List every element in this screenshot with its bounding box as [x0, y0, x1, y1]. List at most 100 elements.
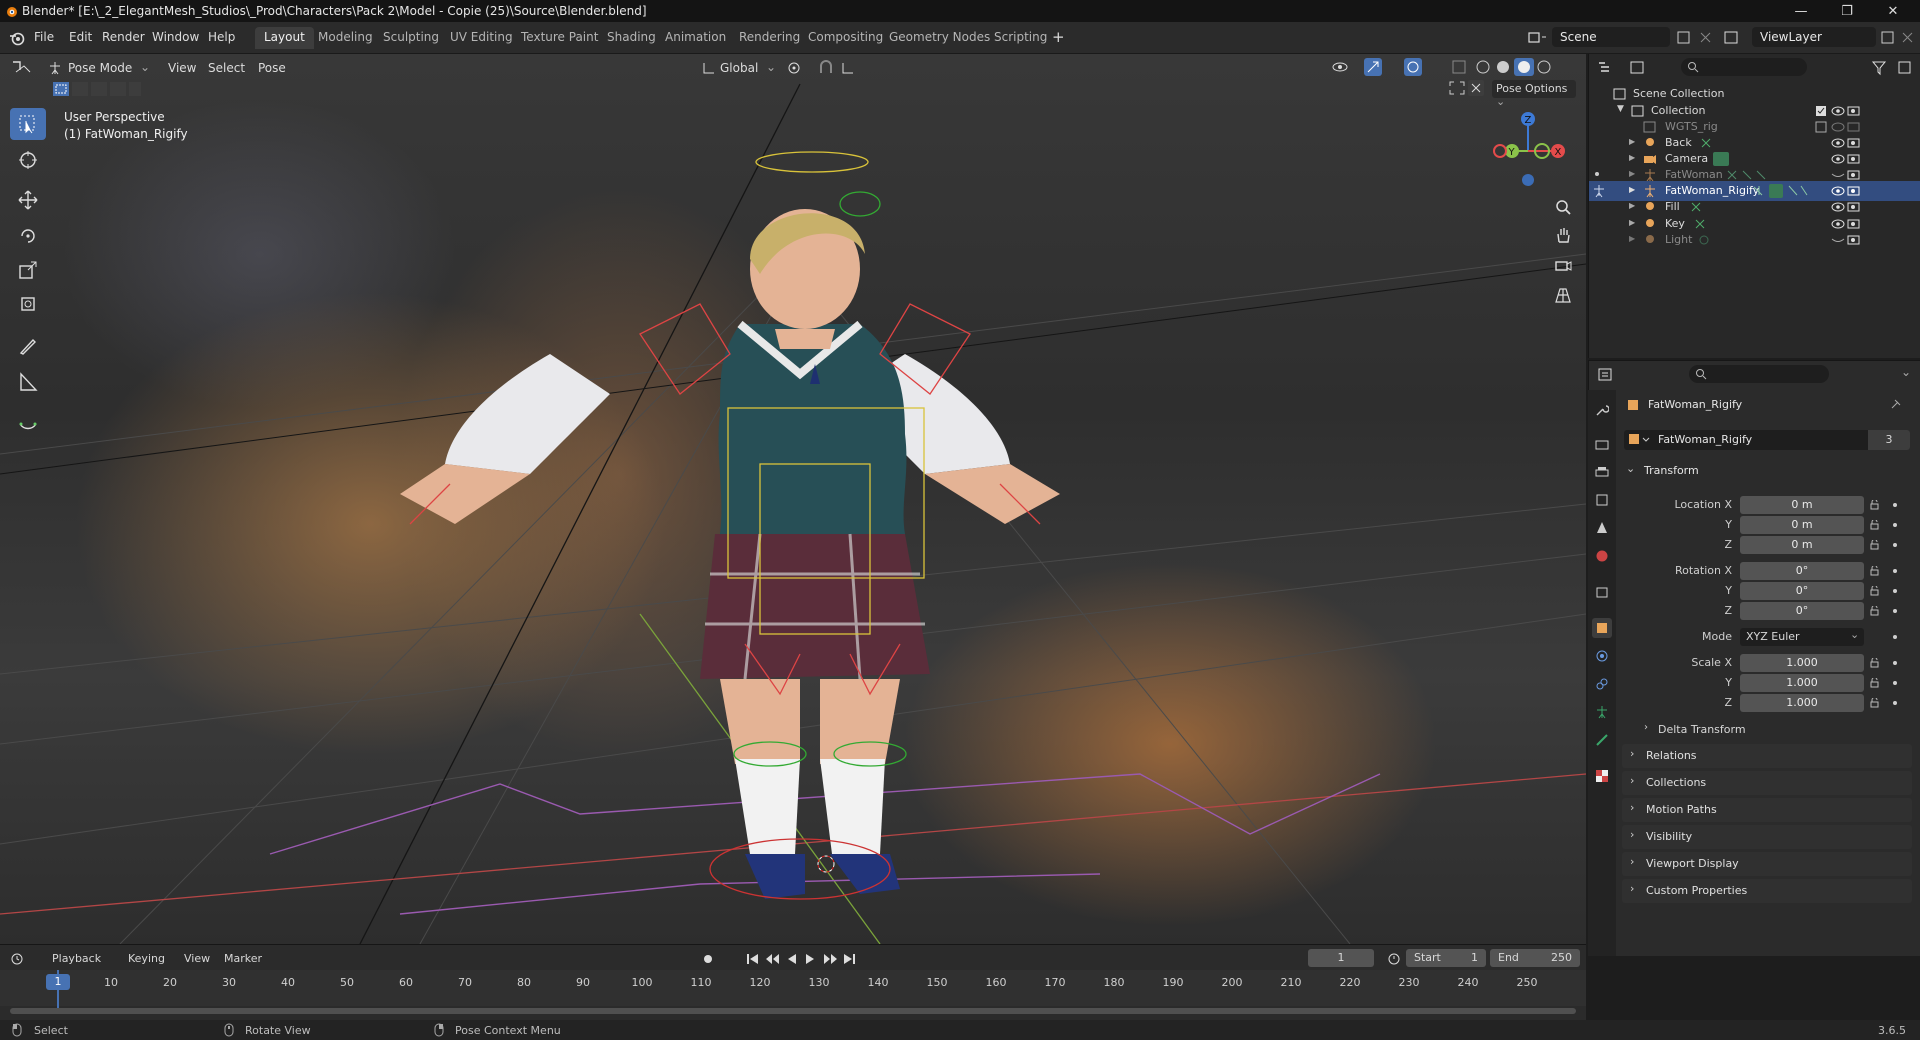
tab-sculpting[interactable]: Sculpting — [374, 27, 448, 49]
play-reverse-icon[interactable] — [788, 954, 796, 964]
chevron-down-icon[interactable]: ⌄ — [1901, 365, 1911, 379]
tab-scripting[interactable]: Scripting — [985, 27, 1056, 49]
expand-down-icon[interactable]: ▼ — [1617, 104, 1624, 114]
camera-render-icon[interactable] — [1847, 234, 1861, 246]
lock-icon[interactable] — [1870, 566, 1880, 576]
checkbox-icon[interactable] — [1815, 105, 1827, 117]
menu-view[interactable]: View — [184, 952, 210, 965]
menu-window[interactable]: Window — [152, 30, 199, 44]
expand-right-icon[interactable]: ▶ — [1629, 137, 1635, 146]
view-layer-field[interactable]: ViewLayer — [1752, 27, 1876, 47]
tab-scene[interactable] — [1592, 518, 1612, 538]
eye-icon[interactable] — [1831, 185, 1845, 197]
add-workspace-icon[interactable]: + — [1052, 28, 1065, 46]
fullscreen-icon[interactable] — [1448, 80, 1466, 96]
outliner-search-input[interactable] — [1681, 58, 1807, 76]
menu-render[interactable]: Render — [102, 30, 145, 44]
tab-compositing[interactable]: Compositing — [799, 27, 892, 49]
delta-transform-subpanel[interactable]: › Delta Transform — [1640, 720, 1910, 740]
object-browse-icon[interactable] — [1628, 433, 1652, 447]
play-icon[interactable] — [806, 954, 814, 964]
location-y-field[interactable]: 0 m — [1740, 516, 1864, 534]
keyframe-dot-icon[interactable] — [1893, 681, 1897, 685]
properties-editor-icon[interactable] — [1597, 367, 1623, 383]
menu-help[interactable]: Help — [208, 30, 235, 44]
tab-texture-paint[interactable]: Texture Paint — [512, 27, 607, 49]
scale-z-field[interactable]: 1.000 — [1740, 694, 1864, 712]
editor-type-icon[interactable] — [10, 58, 38, 76]
tab-uv-editing[interactable]: UV Editing — [441, 27, 522, 49]
menu-pose[interactable]: Pose — [258, 58, 286, 78]
eye-icon[interactable] — [1831, 218, 1845, 230]
keyframe-dot-icon[interactable] — [1893, 701, 1897, 705]
keyframe-dot-icon[interactable] — [1893, 543, 1897, 547]
pan-view-button[interactable] — [1550, 222, 1576, 248]
camera-render-icon[interactable] — [1847, 137, 1861, 149]
transform-panel-header[interactable]: ⌄ Transform — [1622, 460, 1912, 482]
gizmo-toggle-icon[interactable] — [1364, 58, 1390, 76]
pivot-point-icon[interactable] — [786, 60, 812, 76]
rotation-mode-dropdown[interactable]: XYZ Euler ⌄ — [1740, 628, 1864, 646]
camera-view-button[interactable] — [1550, 252, 1576, 278]
transform-orientation-dropdown[interactable]: Global ⌄ — [700, 58, 778, 78]
tab-render[interactable] — [1592, 434, 1612, 454]
filter-icon[interactable] — [1871, 60, 1893, 76]
rotation-x-field[interactable]: 0° — [1740, 562, 1864, 580]
outliner-item-light[interactable]: ▶ Light — [1589, 230, 1920, 250]
zoom-view-button[interactable] — [1550, 194, 1576, 220]
current-frame-field[interactable]: 1 — [1308, 949, 1374, 967]
camera-render-icon[interactable] — [1847, 218, 1861, 230]
object-datablock-name[interactable]: FatWoman_Rigify — [1658, 433, 1752, 446]
tab-modeling[interactable]: Modeling — [309, 27, 382, 49]
end-frame-field[interactable]: End 250 — [1490, 949, 1580, 967]
delete-view-layer-icon[interactable] — [1900, 30, 1916, 46]
rotation-y-field[interactable]: 0° — [1740, 582, 1864, 600]
prev-keyframe-icon[interactable] — [766, 954, 779, 964]
measure-tool[interactable] — [10, 366, 46, 398]
lock-icon[interactable] — [1870, 500, 1880, 510]
menu-edit[interactable]: Edit — [69, 30, 92, 44]
shading-mode-icons[interactable] — [1474, 58, 1564, 76]
keyframe-dot-icon[interactable] — [1893, 635, 1897, 639]
scene-field[interactable]: Scene — [1552, 27, 1670, 47]
tab-collection[interactable] — [1592, 582, 1612, 602]
expand-right-icon[interactable]: ▶ — [1629, 218, 1635, 227]
tab-armature-data[interactable] — [1592, 702, 1612, 722]
scale-y-field[interactable]: 1.000 — [1740, 674, 1864, 692]
mode-dropdown[interactable]: Pose Mode ⌄ — [44, 58, 152, 78]
transform-tool[interactable] — [10, 288, 46, 320]
eye-icon[interactable] — [1831, 201, 1845, 213]
jump-start-icon[interactable] — [747, 954, 758, 964]
tab-rendering[interactable]: Rendering — [730, 27, 809, 49]
lock-icon[interactable] — [1870, 698, 1880, 708]
tab-bone[interactable] — [1592, 730, 1612, 750]
start-frame-field[interactable]: Start 1 — [1406, 949, 1486, 967]
expand-right-icon[interactable]: ▶ — [1629, 153, 1635, 162]
tab-constraints[interactable] — [1592, 674, 1612, 694]
users-count[interactable]: 3 — [1868, 430, 1910, 450]
eye-icon[interactable] — [1831, 105, 1845, 117]
lock-icon[interactable] — [1870, 606, 1880, 616]
minimize-button[interactable]: — — [1778, 0, 1824, 22]
visibility-filter-icon[interactable] — [1330, 58, 1356, 76]
camera-render-icon[interactable] — [1847, 153, 1861, 165]
playhead-frame-badge[interactable]: 1 — [46, 974, 70, 990]
menu-playback[interactable]: Playback — [52, 952, 101, 965]
lock-icon[interactable] — [1870, 540, 1880, 550]
lock-icon[interactable] — [1870, 658, 1880, 668]
camera-render-icon[interactable] — [1847, 185, 1861, 197]
tab-tool[interactable] — [1592, 400, 1612, 420]
3d-viewport[interactable] — [0, 54, 1586, 944]
panel-viewport-display[interactable]: › Viewport Display — [1622, 852, 1912, 876]
bone-size-tool[interactable] — [10, 406, 46, 438]
tab-animation[interactable]: Animation — [656, 27, 735, 49]
expand-right-icon[interactable]: ▶ — [1629, 201, 1635, 210]
new-scene-icon[interactable] — [1676, 30, 1692, 46]
close-region-icon[interactable] — [1468, 80, 1484, 96]
keyframe-dot-icon[interactable] — [1893, 661, 1897, 665]
eye-icon[interactable] — [1831, 121, 1845, 133]
scale-x-field[interactable]: 1.000 — [1740, 654, 1864, 672]
close-button[interactable]: ✕ — [1870, 0, 1916, 22]
keyframe-dot-icon[interactable] — [1893, 503, 1897, 507]
menu-view[interactable]: View — [168, 58, 196, 78]
